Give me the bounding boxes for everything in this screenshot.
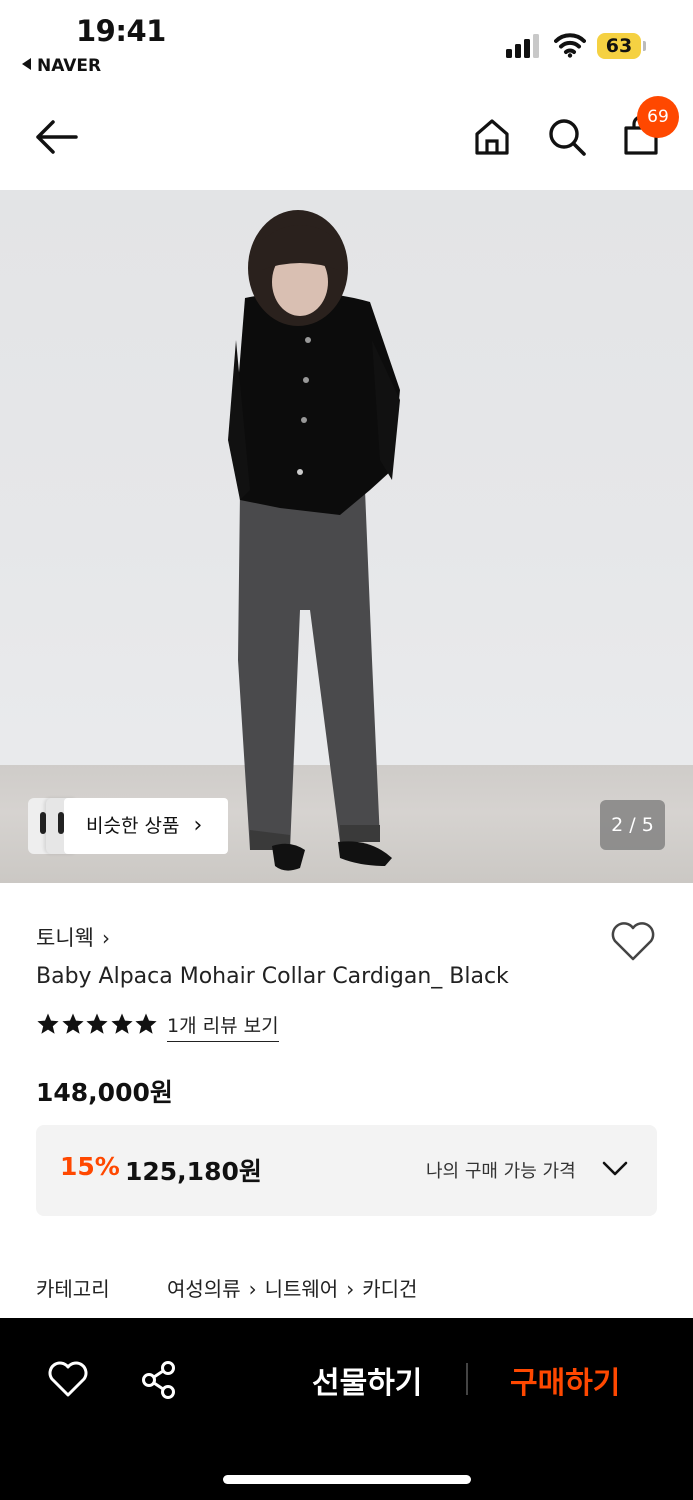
image-counter: 2 / 5 [600,800,665,850]
home-icon[interactable] [474,118,510,156]
similar-products-label-wrap: 비슷한 상품 › [64,798,228,854]
category-label: 카테고리 [36,1277,110,1301]
star-icon [86,1013,108,1034]
rating-stars [36,1012,159,1040]
back-to-app-link[interactable]: NAVER [22,56,101,76]
my-price-box[interactable]: 15% 125,180원 나의 구매 가능 가격 [36,1125,657,1216]
brand-name: 토니웩 [36,926,94,950]
battery-tip [643,41,646,51]
brand-link[interactable]: 토니웩 › [36,922,110,952]
back-triangle-icon [22,58,31,70]
product-title: Baby Alpaca Mohair Collar Cardigan_ Blac… [36,964,509,989]
share-icon[interactable] [140,1360,178,1400]
top-nav [0,90,693,190]
sale-price: 125,180원 [125,1157,262,1186]
home-indicator[interactable] [223,1475,471,1484]
status-time: 19:41 [76,14,166,48]
status-bar: 19:41 NAVER 63 [0,0,693,90]
bottom-action-bar: 선물하기 구매하기 [0,1318,693,1500]
category-breadcrumb: 여성의류 › 니트웨어 › 카디건 [167,1273,417,1302]
gift-button[interactable]: 선물하기 [312,1358,422,1402]
chevron-down-icon[interactable] [602,1159,628,1179]
search-icon[interactable] [548,118,586,156]
discount-rate: 15% [60,1152,120,1181]
category-row: 카테고리 여성의류 › 니트웨어 › 카디건 [36,1273,656,1303]
wifi-icon [554,33,586,58]
battery-indicator: 63 [597,33,647,59]
star-icon [110,1013,133,1034]
chevron-right-icon: › [248,1277,257,1301]
chevron-right-icon: › [193,813,203,838]
arrow-left-icon[interactable] [34,118,78,156]
product-photo [228,210,400,871]
battery-level: 63 [597,33,641,59]
similar-products-button[interactable]: 비슷한 상품 › [28,798,228,854]
category-crumb[interactable]: 여성의류 [167,1277,241,1301]
action-divider [466,1363,468,1395]
star-icon [37,1013,59,1034]
similar-products-label: 비슷한 상품 [86,815,180,837]
chevron-right-icon: › [101,926,110,950]
star-icon [61,1013,84,1034]
star-icon [135,1013,157,1034]
my-price-label: 나의 구매 가능 가격 [426,1161,576,1182]
chevron-right-icon: › [346,1277,355,1301]
category-crumb[interactable]: 카디건 [362,1277,417,1301]
heart-icon[interactable] [48,1360,88,1398]
category-crumb[interactable]: 니트웨어 [265,1277,339,1301]
original-price: 148,000원 [36,1078,173,1107]
buy-button[interactable]: 구매하기 [510,1358,620,1402]
heart-outline-icon[interactable] [610,920,656,962]
product-image-gallery[interactable]: 비슷한 상품 › 2 / 5 [0,190,693,883]
cellular-signal-icon [506,34,539,58]
back-app-label: NAVER [37,56,102,76]
review-link[interactable]: 1개 리뷰 보기 [167,1011,279,1042]
cart-count-badge: 69 [637,96,679,138]
